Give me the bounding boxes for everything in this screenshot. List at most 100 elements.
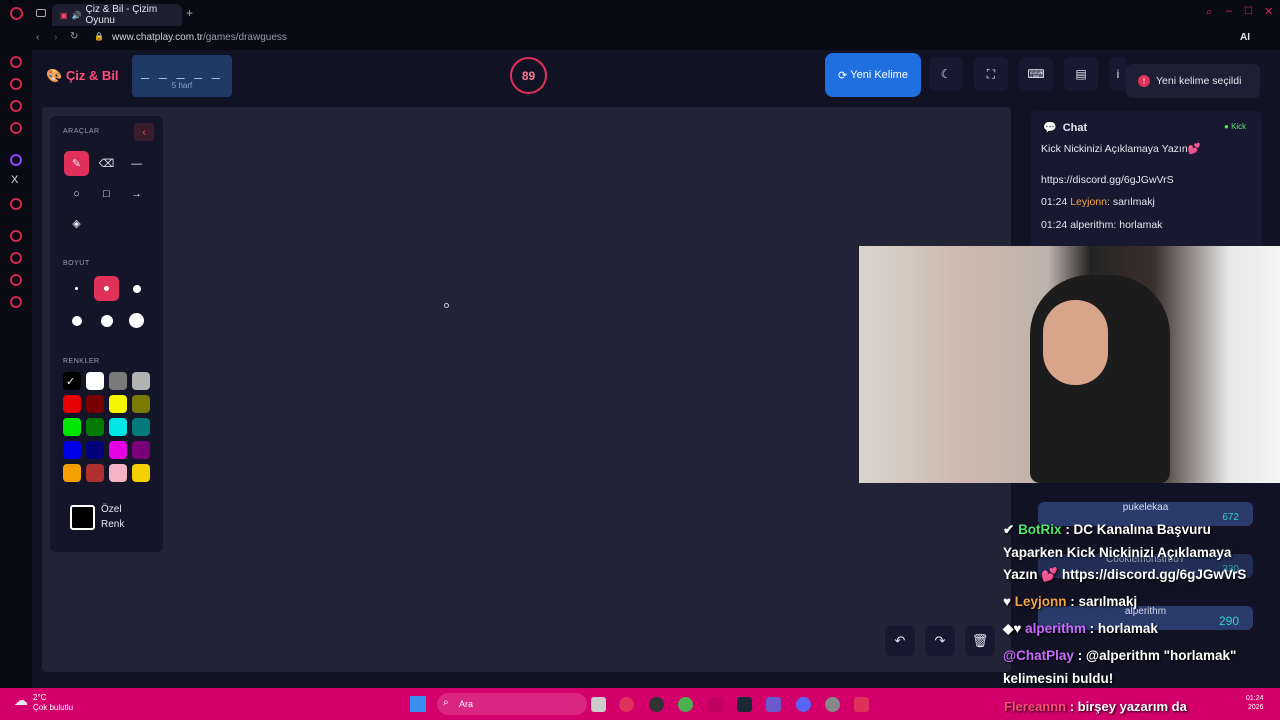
arrow-tool[interactable]: →	[124, 181, 149, 206]
color-swatch[interactable]	[63, 418, 81, 436]
size-option-3[interactable]	[124, 276, 149, 301]
color-swatch[interactable]	[86, 441, 104, 459]
size-option-6[interactable]	[124, 308, 149, 333]
lock-icon: 🔒	[94, 32, 104, 41]
custom-color-button[interactable]	[70, 505, 95, 530]
sidebar-extensions-icon[interactable]	[10, 274, 22, 286]
sidebar-news-icon[interactable]	[10, 122, 22, 134]
info-icon: i	[1116, 67, 1120, 81]
colors-title: RENKLER	[63, 358, 100, 365]
circle-tool[interactable]: ○	[64, 181, 89, 206]
url-host: www.chatplay.com.tr	[112, 32, 203, 43]
color-swatch[interactable]	[132, 372, 150, 390]
overlay-text: : horlamak	[1085, 621, 1158, 636]
keyboard-button[interactable]: ⌨	[1019, 57, 1053, 91]
color-swatch[interactable]	[109, 395, 127, 413]
new-tab-button[interactable]: +	[186, 6, 193, 20]
back-icon[interactable]: ‹	[36, 32, 39, 43]
size-option-4[interactable]	[64, 308, 89, 333]
app-icon[interactable]	[766, 697, 781, 712]
color-swatch[interactable]	[63, 395, 81, 413]
color-swatch[interactable]	[86, 418, 104, 436]
size-option-5[interactable]	[94, 308, 119, 333]
close-window-button[interactable]: ✕	[1264, 5, 1273, 18]
overlay-message: Yaparken Kick Nickinizi Açıklamaya	[1003, 545, 1232, 560]
line-tool[interactable]: —	[124, 151, 149, 176]
media-player-icon[interactable]	[619, 697, 634, 712]
chrome-icon[interactable]	[678, 697, 693, 712]
color-swatch[interactable]	[132, 395, 150, 413]
size-option-1[interactable]	[64, 276, 89, 301]
line-icon: —	[131, 157, 142, 170]
color-swatch[interactable]	[132, 464, 150, 482]
reload-icon[interactable]: ↻	[70, 31, 78, 42]
sidebar-youtube-icon[interactable]	[10, 198, 22, 210]
browser-tab[interactable]: ▣ 🔊 Çiz & Bil - Çizim Oyunu	[52, 4, 182, 26]
tools-title: ARAÇLAR	[63, 128, 100, 135]
sidebar-home-icon[interactable]	[10, 56, 22, 68]
taskbar-search[interactable]: Ara	[437, 693, 587, 715]
windows-start-icon[interactable]	[410, 696, 426, 712]
fill-tool[interactable]: ◈	[64, 211, 89, 236]
toast-text: Yeni kelime seçildi	[1156, 75, 1242, 87]
sidebar-history-icon[interactable]	[10, 230, 22, 242]
discord-icon[interactable]	[796, 697, 811, 712]
brush-tool[interactable]: ✎	[64, 151, 89, 176]
opera-taskbar-icon[interactable]	[708, 697, 723, 712]
sidebar-bag-icon[interactable]	[10, 78, 22, 90]
minimize-button[interactable]: –	[1226, 5, 1232, 17]
keyboard-icon: ⌨	[1027, 67, 1045, 81]
clear-canvas-button[interactable]: 🗑	[965, 626, 995, 656]
color-swatch[interactable]	[132, 441, 150, 459]
obs-icon[interactable]	[649, 697, 664, 712]
extension-icon	[1054, 0, 1070, 14]
size-option-2[interactable]	[94, 276, 119, 301]
audio-icon[interactable]: 🔊	[72, 11, 82, 20]
file-explorer-icon[interactable]	[591, 697, 606, 712]
app-logo[interactable]: 🎨 Çiz & Bil	[46, 68, 119, 84]
rectangle-tool[interactable]: □	[94, 181, 119, 206]
chat-message: Kick Nickinizi Açıklamaya Yazın💕	[1041, 143, 1201, 155]
color-swatch[interactable]	[132, 418, 150, 436]
color-swatch[interactable]	[63, 441, 81, 459]
color-swatch[interactable]	[86, 395, 104, 413]
search-tabs-icon[interactable]: ⌕	[1206, 6, 1212, 19]
system-clock[interactable]: 01:24 2026	[1246, 694, 1264, 712]
color-swatch[interactable]	[109, 418, 127, 436]
dark-mode-button[interactable]: ☾	[929, 57, 963, 91]
new-word-button[interactable]: ⟳ Yeni Kelime	[825, 53, 921, 97]
eraser-tool[interactable]: ⌫	[94, 151, 119, 176]
opera-logo-icon[interactable]	[10, 7, 23, 20]
sidebar-twitch-icon[interactable]	[10, 154, 22, 166]
undo-button[interactable]: ↶	[885, 626, 915, 656]
eraser-icon: ⌫	[98, 158, 115, 170]
archive-button[interactable]: ▤	[1064, 57, 1098, 91]
redo-button[interactable]: ↷	[925, 626, 955, 656]
sidebar-x-icon[interactable]: X	[11, 174, 18, 186]
steam-icon[interactable]	[737, 697, 752, 712]
clock-date: 2026	[1247, 704, 1264, 711]
chat-message: 01:24 alperithm: horlamak	[1041, 219, 1162, 231]
sidebar-settings-icon[interactable]	[10, 296, 22, 308]
sidebar-messenger-icon[interactable]	[10, 100, 22, 112]
settings-icon[interactable]	[825, 697, 840, 712]
maximize-button[interactable]: ☐	[1244, 6, 1253, 17]
opera-sidebar: X	[0, 50, 32, 688]
info-button[interactable]: i	[1109, 57, 1127, 91]
weather-widget[interactable]: 2°C Çok bulutlu	[33, 693, 73, 713]
chat-message[interactable]: https://discord.gg/6gJGwVrS	[1041, 174, 1174, 186]
color-swatch[interactable]	[109, 372, 127, 390]
color-swatch[interactable]	[109, 464, 127, 482]
color-swatch[interactable]	[86, 464, 104, 482]
forward-icon[interactable]: ›	[54, 32, 57, 43]
color-swatch[interactable]	[63, 464, 81, 482]
ai-button[interactable]: AI	[1240, 32, 1250, 43]
color-swatch[interactable]	[109, 441, 127, 459]
collapse-panel-button[interactable]: ‹	[134, 123, 154, 141]
sidebar-clock-icon[interactable]	[10, 252, 22, 264]
tab-overview-icon[interactable]	[36, 9, 46, 17]
fullscreen-button[interactable]: ⛶	[974, 57, 1008, 91]
youtube-icon[interactable]	[854, 697, 869, 712]
color-swatch[interactable]	[86, 372, 104, 390]
url-field[interactable]: www.chatplay.com.tr/games/drawguess	[112, 32, 287, 43]
